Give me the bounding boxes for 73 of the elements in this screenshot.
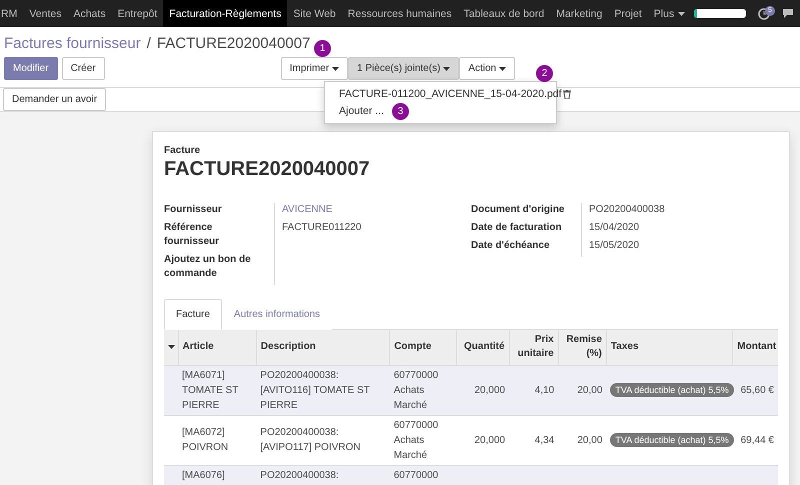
supplier-link[interactable]: AVICENNE (274, 203, 471, 221)
column-header[interactable]: Montant (732, 330, 778, 365)
caret-icon (678, 12, 686, 16)
table-cell: 60770000 Achats Marché (390, 415, 457, 465)
table-cell: 65,60 € (732, 365, 778, 415)
menu-item[interactable]: Ressources humaines (342, 0, 458, 27)
menu-item[interactable]: Tableaux de bord (458, 0, 550, 27)
print-button[interactable]: Imprimer (280, 57, 348, 80)
chat-icon[interactable] (782, 8, 794, 19)
column-header[interactable]: Prix unitaire (509, 330, 558, 365)
invoice-number: FACTURE2020040007 (164, 157, 371, 181)
table-cell: [MA6071] TOMATE ST PIERRE (178, 365, 256, 415)
caret-icon (443, 66, 450, 70)
field-label: Document d'origine (471, 203, 566, 217)
tab[interactable]: Facture (164, 299, 222, 330)
field-value: 15/05/2020 (581, 239, 778, 257)
table-cell: PO20200400038: [AVITO116] TOMATE ST PIERRE (256, 365, 390, 415)
attachment-link[interactable]: FACTURE-011200_AVICENNE_15-04-2020.pdf (339, 86, 562, 103)
table-cell: 60770000 Achats Marché (390, 365, 457, 415)
caret-icon (168, 345, 175, 350)
field-value: FACTURE011220 (274, 221, 471, 253)
column-header[interactable]: Remise (%) (558, 330, 606, 365)
column-header[interactable]: Article (178, 330, 256, 365)
column-header[interactable]: Taxes (606, 330, 733, 365)
table-cell: 20,00 (558, 365, 606, 415)
create-button[interactable]: Créer (62, 57, 105, 80)
progress-bar (694, 9, 746, 18)
breadcrumb-link[interactable]: Factures fournisseur (4, 35, 141, 52)
field-label: Date de facturation (471, 221, 563, 235)
field-label: Ajoutez un bon de commande (164, 253, 252, 281)
caret-icon (332, 66, 340, 70)
menu-item[interactable]: Projet (608, 0, 648, 27)
table-cell: PO20200400038: [AVIPO117] POIVRON (256, 415, 390, 465)
field-value: 15/04/2020 (581, 221, 778, 239)
field-label: Date d'échéance (471, 239, 551, 253)
tax-tag: TVA déductible (achat) 5,5% (610, 382, 734, 396)
attachments-button[interactable]: 1 Pièce(s) jointe(s) (348, 57, 460, 80)
table-cell: 20,000 (456, 365, 510, 415)
column-header[interactable]: Compte (390, 330, 457, 365)
menu-item[interactable]: Marketing (550, 0, 608, 27)
table-cell: 60770000 (390, 465, 457, 484)
field-value: PO20200400038 (581, 203, 778, 221)
table-cell: 69,44 € (732, 415, 778, 465)
credit-note-button[interactable]: Demander un avoir (3, 88, 106, 111)
breadcrumb-separator: / (146, 35, 151, 52)
column-header[interactable]: Description (256, 330, 390, 365)
breadcrumb-current: FACTURE2020040007 (156, 35, 310, 52)
menu-item[interactable]: Achats (67, 0, 112, 27)
table-cell: PO20200400038: (256, 465, 390, 484)
action-button[interactable]: Action (459, 57, 516, 80)
tax-tag: TVA déductible (achat) 5,5% (610, 432, 734, 446)
table-row[interactable]: [MA6072] POIVRON PO20200400038: [AVIPO117] POIVRON 60770000 Achats Marché 20,000 4,34 20,00 TVA déductible (achat) 5,5% 69,44 € (164, 415, 778, 465)
edit-button[interactable]: Modifier (4, 57, 58, 80)
table-cell: 20,000 (456, 415, 510, 465)
caret-icon (499, 66, 506, 70)
table-cell: 4,10 (509, 365, 558, 415)
table-cell: 20,00 (558, 415, 606, 465)
table-cell: [MA6072] POIVRON (178, 415, 256, 465)
trash-icon[interactable] (562, 90, 571, 99)
column-header[interactable]: Quantité (456, 330, 510, 365)
menu-item[interactable]: RM (0, 0, 24, 27)
field-label: Référence fournisseur (164, 221, 220, 249)
table-cell: [MA6076] (178, 465, 256, 484)
invoice-type-label: Facture (164, 144, 202, 157)
field-label: Fournisseur (164, 203, 223, 217)
menu-item[interactable]: Entrepôt (112, 0, 164, 27)
menu-item[interactable]: Ventes (23, 0, 68, 27)
table-cell: 4,34 (509, 415, 558, 465)
menu-item[interactable]: Plus (648, 0, 692, 27)
menu-item[interactable]: Facturation-Règlements (163, 0, 288, 27)
clock-icon[interactable] (758, 8, 770, 20)
menu-item[interactable]: Site Web (287, 0, 342, 27)
add-attachment-link[interactable]: Ajouter ... (339, 103, 384, 120)
